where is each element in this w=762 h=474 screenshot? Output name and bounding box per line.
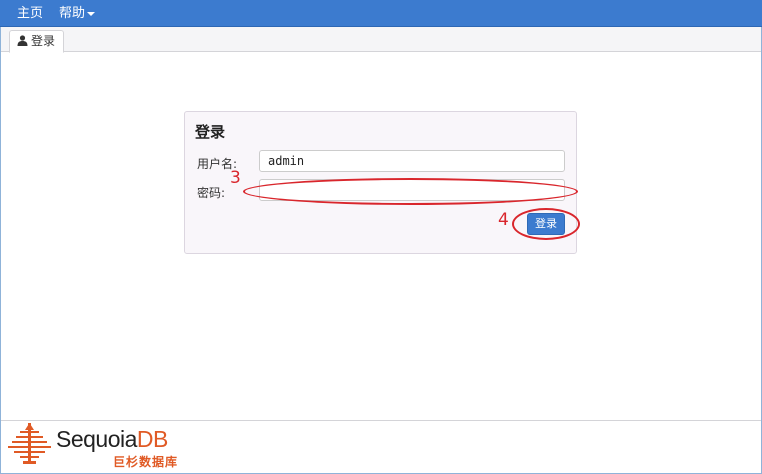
user-icon — [17, 35, 28, 46]
nav-help-label: 帮助 — [59, 6, 86, 21]
logo-wordmark: SequoiaDB — [56, 426, 168, 453]
login-panel: 登录 用户名: 密码: 登录 — [184, 111, 577, 254]
tab-login-label: 登录 — [31, 34, 56, 48]
chevron-down-icon — [87, 11, 96, 16]
footer: SequoiaDB 巨杉数据库 — [1, 420, 761, 473]
annotation-step-3: 3 — [230, 168, 241, 188]
nav-help-dropdown[interactable]: 帮助 — [59, 0, 96, 27]
nav-home-link[interactable]: 主页 — [17, 0, 43, 27]
logo-wordmark-accent: DB — [136, 426, 168, 452]
login-panel-title: 登录 — [195, 123, 226, 141]
annotation-step-4: 4 — [498, 210, 509, 230]
top-navbar: 主页 帮助 — [0, 0, 762, 27]
password-label: 密码: — [197, 186, 226, 200]
sequoia-tree-logo-icon — [8, 423, 51, 464]
logo-subtitle: 巨杉数据库 — [113, 455, 179, 469]
tab-login[interactable]: 登录 — [9, 30, 64, 53]
logo-wordmark-main: Sequoia — [56, 426, 137, 452]
username-input[interactable] — [259, 150, 565, 172]
password-input[interactable] — [259, 179, 565, 201]
tab-bar: 登录 — [1, 27, 761, 53]
login-button[interactable]: 登录 — [527, 213, 565, 235]
